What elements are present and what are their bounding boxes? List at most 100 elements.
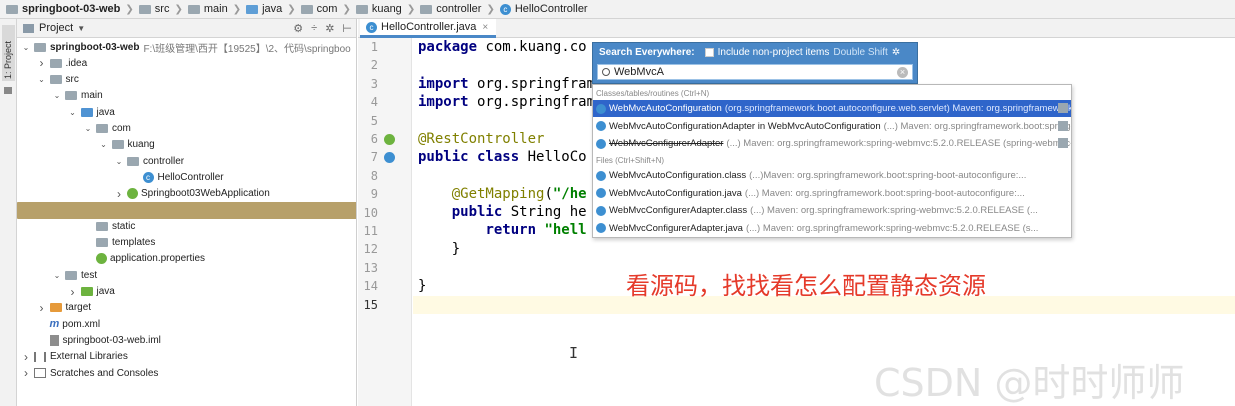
line-number: 7	[370, 150, 378, 165]
breadcrumb-label: com	[316, 3, 338, 15]
expanded-arrow-icon[interactable]: ⌄	[68, 108, 78, 117]
breadcrumb-hellocontroller[interactable]: c HelloController	[498, 3, 590, 15]
chevron-right-icon: ❯	[342, 3, 351, 15]
tree-item-java[interactable]: › java	[17, 284, 356, 300]
tree-item-idea[interactable]: › .idea	[17, 55, 356, 71]
tree-item-external-libraries[interactable]: › External Libraries	[17, 349, 356, 365]
search-result-file[interactable]: WebMvcAutoConfiguration.java (...) Maven:…	[593, 185, 1071, 202]
run-class-icon[interactable]	[384, 152, 395, 163]
result-name: WebMvcAutoConfiguration	[609, 103, 722, 114]
tree-item-target[interactable]: › target	[17, 300, 356, 316]
breadcrumb-main[interactable]: main	[186, 3, 230, 15]
collapse-icon[interactable]: ÷	[311, 22, 317, 35]
close-icon[interactable]: ×	[482, 22, 488, 33]
collapsed-arrow-icon[interactable]: ›	[114, 187, 124, 201]
search-result-file[interactable]: WebMvcConfigurerAdapter.class (...) Maven…	[593, 202, 1071, 219]
result-location: (...) Maven: org.springframework.boot:sp…	[883, 120, 1071, 132]
line-number: 14	[363, 279, 378, 294]
search-result-file[interactable]: WebMvcConfigurerAdapter.java (...) Maven:…	[593, 220, 1071, 237]
search-input[interactable]: WebMvcA ×	[597, 64, 913, 80]
line-number: 1	[370, 40, 378, 54]
expanded-arrow-icon[interactable]: ⌄	[114, 157, 124, 166]
tree-item-java[interactable]: ⌄ java	[17, 104, 356, 120]
tree-item-springboot03webapplication[interactable]: › Springboot03WebApplication	[17, 186, 356, 202]
tree-item-static[interactable]: static	[17, 218, 356, 234]
module-path: F:\班级管理\西开【19525】\2、代码\springboo	[143, 43, 351, 55]
tree-item-src[interactable]: ⌄ src	[17, 72, 356, 88]
code-line-3: import org.springfram	[418, 76, 596, 92]
tree-item-label: pom.xml	[62, 318, 101, 330]
search-result-class[interactable]: WebMvcAutoConfiguration (org.springframew…	[593, 100, 1071, 117]
tab-hellocontroller[interactable]: c HelloController.java ×	[360, 19, 497, 38]
collapsed-arrow-icon[interactable]: ›	[21, 366, 31, 380]
gear-icon[interactable]: ✲	[892, 47, 900, 58]
tree-item-application-properties[interactable]: application.properties	[17, 251, 356, 267]
project-panel-header: Project ▼ ⚙ ÷ ✲ ⊢	[17, 19, 356, 38]
breadcrumb-src[interactable]: src	[137, 3, 172, 15]
breadcrumb-controller[interactable]: controller	[418, 3, 483, 15]
tree-item-springboot-03-web[interactable]: ⌄ springboot-03-web F:\班级管理\西开【19525】\2、代码…	[17, 39, 356, 55]
dropdown-arrow-icon[interactable]: ▼	[77, 24, 85, 33]
breadcrumb-com[interactable]: com	[299, 3, 340, 15]
project-view-selector[interactable]: Project	[39, 22, 73, 34]
line-number: 5	[370, 113, 378, 128]
tree-item-label: Scratches and Consoles	[50, 367, 159, 379]
tree-item-label: application.properties	[110, 253, 206, 265]
libraries-icon	[34, 351, 46, 362]
expanded-arrow-icon[interactable]: ⌄	[52, 91, 62, 100]
package-icon	[420, 4, 433, 14]
breadcrumb-label: main	[203, 3, 228, 15]
search-results-list: Classes/tables/routines (Ctrl+N) Files (…	[592, 84, 1072, 238]
code-line-10: public String he	[451, 204, 587, 220]
tree-item-label: HelloController	[157, 171, 224, 183]
project-tool-window-button[interactable]: 1: Project	[2, 25, 15, 81]
expanded-arrow-icon[interactable]: ⌄	[83, 124, 93, 133]
breadcrumb-kuang[interactable]: kuang	[354, 3, 404, 15]
tree-item-kuang[interactable]: ⌄ kuang	[17, 137, 356, 153]
line-number: 8	[370, 168, 378, 183]
tree-item-label: src	[65, 74, 79, 86]
editor-gutter: 1 2 3 4 5 6 7 8 9 10 11 12 13 14 15	[358, 38, 412, 406]
tree-item-templates[interactable]: templates	[17, 235, 356, 251]
breadcrumb-java[interactable]: java	[244, 3, 284, 15]
hide-icon[interactable]: ⊢	[342, 22, 352, 35]
settings-icon[interactable]: ⚙	[293, 22, 303, 35]
tree-item-controller[interactable]: ⌄ controller	[17, 153, 356, 169]
maven-icon: m	[49, 318, 60, 331]
tree-item-scratches-and-consoles[interactable]: › Scratches and Consoles	[17, 365, 356, 381]
expanded-arrow-icon[interactable]: ⌄	[99, 140, 109, 149]
breadcrumb-project[interactable]: springboot-03-web	[4, 3, 122, 15]
tree-item-label: springboot-03-web.iml	[62, 334, 161, 346]
tree-item-test[interactable]: ⌄ test	[17, 267, 356, 283]
search-result-class[interactable]: WebMvcAutoConfigurationAdapter in WebMvc…	[593, 118, 1071, 135]
line-number: 9	[370, 187, 378, 202]
tree-item-main[interactable]: ⌄ main	[17, 88, 356, 104]
collapsed-arrow-icon[interactable]: ›	[68, 285, 78, 299]
tree-item-com[interactable]: ⌄ com	[17, 121, 356, 137]
gear-icon[interactable]: ✲	[325, 22, 334, 35]
code-line-6: @RestController	[418, 131, 545, 147]
package-icon	[127, 156, 139, 166]
clear-icon[interactable]: ×	[897, 67, 908, 78]
structure-icon[interactable]	[4, 87, 12, 94]
expanded-arrow-icon[interactable]: ⌄	[52, 271, 62, 280]
tree-item-pom-xml[interactable]: m pom.xml	[17, 316, 356, 332]
chevron-right-icon: ❯	[406, 3, 416, 15]
search-result-file[interactable]: WebMvcAutoConfiguration.class (...)Maven:…	[593, 167, 1071, 184]
include-non-project-checkbox[interactable]	[704, 48, 714, 57]
tree-item-hellocontroller[interactable]: c HelloController	[17, 169, 356, 185]
collapsed-arrow-icon[interactable]: ›	[21, 350, 31, 364]
line-number: 11	[363, 224, 378, 238]
collapsed-arrow-icon[interactable]: ›	[37, 56, 47, 70]
expanded-arrow-icon[interactable]: ⌄	[37, 75, 47, 84]
annotation-text: 看源码，找找看怎么配置静态资源	[626, 272, 986, 300]
spring-bean-icon[interactable]	[384, 134, 395, 145]
search-result-class[interactable]: WebMvcConfigurerAdapter (...) Maven: org.…	[593, 135, 1071, 152]
tree-item-resources[interactable]: ⌄resources	[17, 201, 356, 219]
include-non-project-label[interactable]: Include non-project items	[718, 47, 830, 58]
expanded-arrow-icon[interactable]: ⌄	[21, 43, 31, 52]
source-folder-icon	[80, 107, 93, 117]
tree-item-springboot-03-web-iml[interactable]: springboot-03-web.iml	[17, 332, 356, 348]
collapsed-arrow-icon[interactable]: ›	[37, 301, 47, 315]
result-location: (org.springframework.boot.autoconfigure.…	[724, 103, 1071, 114]
